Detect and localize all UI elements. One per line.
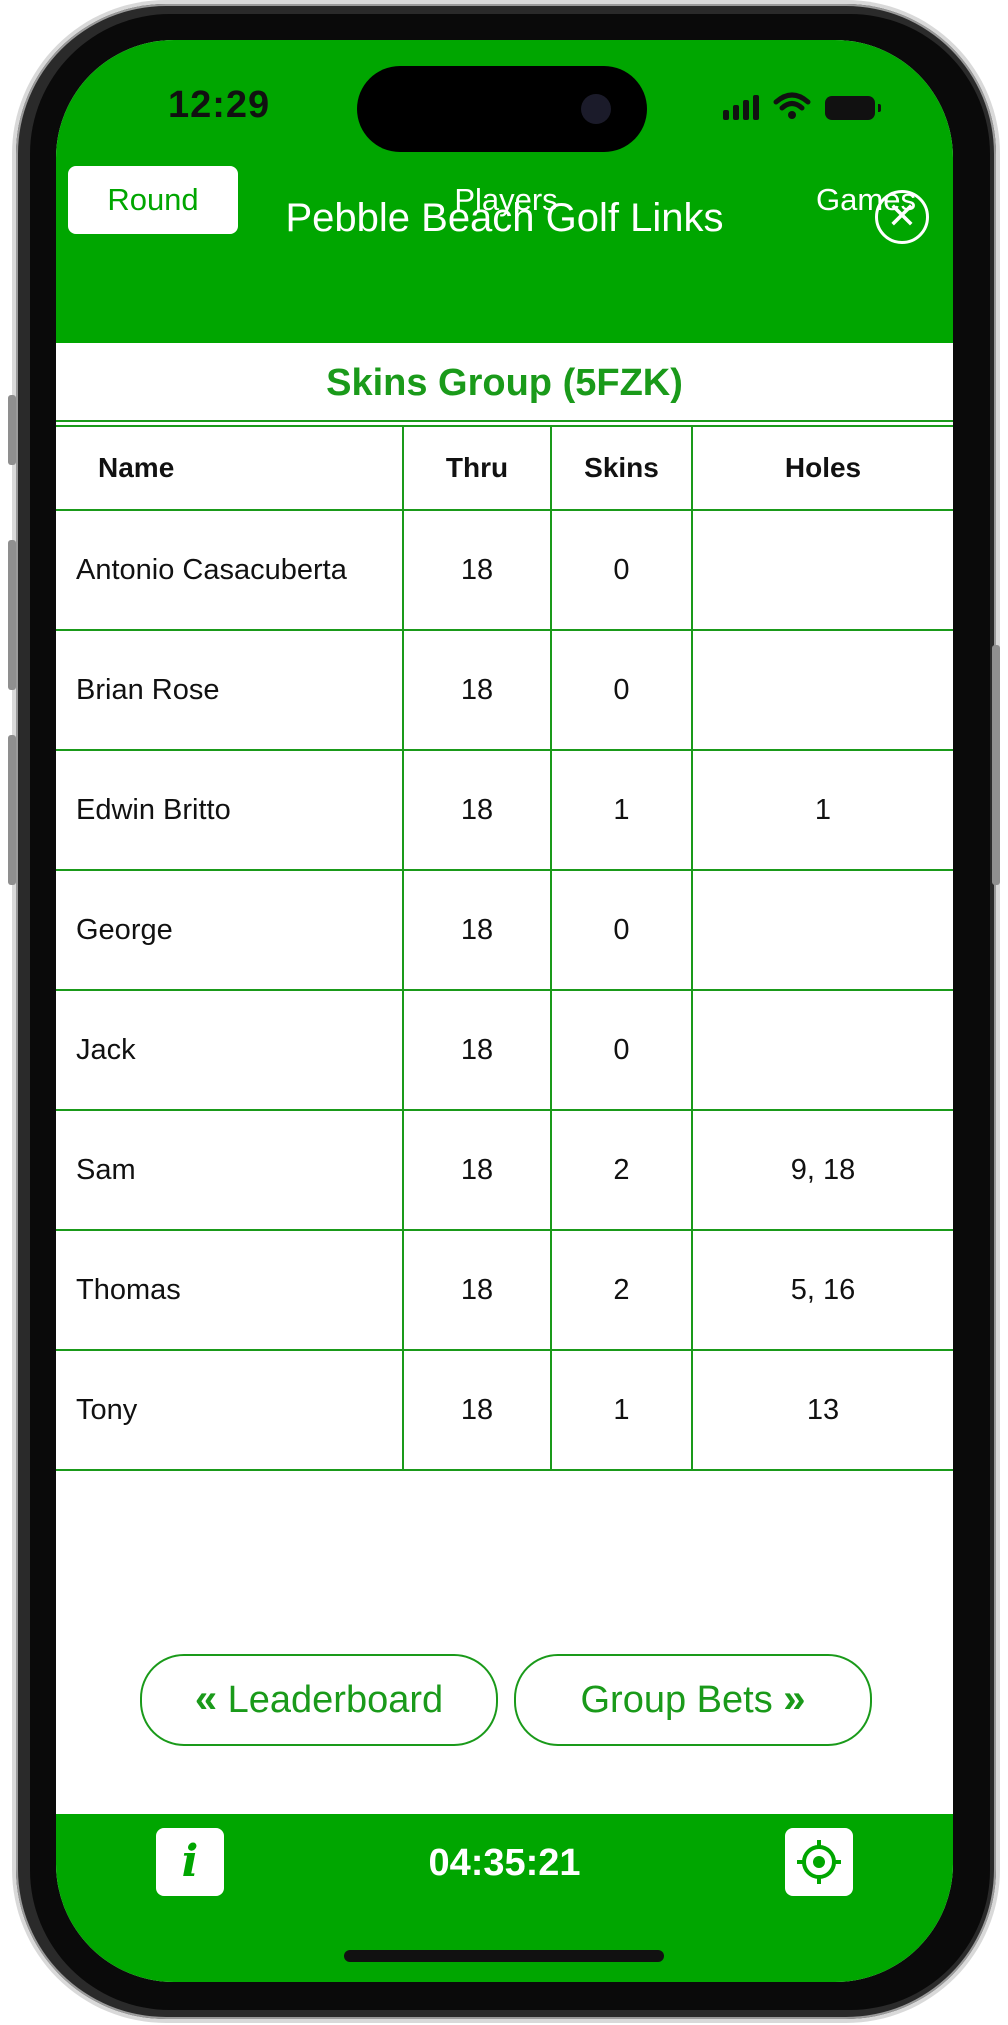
tab-round[interactable]: Round [68, 166, 238, 234]
player-name: Thomas [56, 1229, 404, 1351]
thru-value: 18 [402, 989, 552, 1111]
thru-value: 18 [402, 629, 552, 751]
skins-value: 0 [550, 629, 693, 751]
holes-value [691, 869, 953, 991]
signal-icon [723, 95, 759, 120]
status-time: 12:29 [168, 84, 271, 126]
thru-value: 18 [402, 509, 552, 631]
table-row[interactable]: George 18 0 [56, 869, 953, 991]
thru-value: 18 [402, 1109, 552, 1231]
home-indicator[interactable] [344, 1950, 664, 1962]
skins-value: 2 [550, 1109, 693, 1231]
camera-icon [581, 94, 611, 124]
group-title: Skins Group (5FZK) [326, 362, 683, 404]
player-name: Antonio Casacuberta [56, 509, 404, 631]
mute-switch [8, 395, 16, 465]
holes-value: 9, 18 [691, 1109, 953, 1231]
group-bets-label: Group Bets [580, 1679, 773, 1721]
thru-value: 18 [402, 1349, 552, 1471]
thru-value: 18 [402, 1229, 552, 1351]
status-bar: 12:29 [56, 40, 953, 180]
thru-value: 18 [402, 869, 552, 991]
table-row[interactable]: Thomas 18 2 5, 16 [56, 1229, 953, 1351]
leaderboard-label: Leaderboard [227, 1679, 444, 1721]
power-button [992, 645, 1000, 885]
tab-label: Games [816, 182, 916, 217]
column-header-name: Name [56, 425, 404, 511]
table-row[interactable]: Antonio Casacuberta 18 0 [56, 509, 953, 631]
tab-players[interactable]: Players [416, 166, 596, 234]
divider [56, 420, 953, 422]
column-header-skins: Skins [550, 425, 693, 511]
skins-value: 0 [550, 869, 693, 991]
table-row[interactable]: Sam 18 2 9, 18 [56, 1109, 953, 1231]
status-icons [723, 92, 881, 120]
skins-value: 1 [550, 749, 693, 871]
table-row[interactable]: Jack 18 0 [56, 989, 953, 1111]
volume-up-button [8, 540, 16, 690]
table-row[interactable]: Brian Rose 18 0 [56, 629, 953, 751]
holes-value [691, 509, 953, 631]
battery-icon [825, 96, 881, 120]
chevron-left-icon: « [194, 1677, 218, 1721]
wifi-icon [773, 92, 811, 119]
column-header-holes: Holes [691, 425, 953, 511]
player-name: George [56, 869, 404, 991]
tab-label: Players [454, 182, 558, 217]
chevron-right-icon: » [783, 1677, 806, 1721]
tab-games[interactable]: Games [791, 166, 941, 234]
table-row[interactable]: Tony 18 1 13 [56, 1349, 953, 1471]
table-row[interactable]: Edwin Britto 18 1 1 [56, 749, 953, 871]
skins-value: 0 [550, 989, 693, 1111]
holes-value [691, 989, 953, 1111]
skins-value: 0 [550, 509, 693, 631]
app-screen: 12:29 Pebble Beach Golf Links ✕ Round Pl… [56, 40, 953, 1982]
table-header-row: Name Thru Skins Holes [56, 425, 953, 511]
player-name: Tony [56, 1349, 404, 1471]
skins-value: 1 [550, 1349, 693, 1471]
holes-value: 1 [691, 749, 953, 871]
holes-value: 13 [691, 1349, 953, 1471]
player-name: Edwin Britto [56, 749, 404, 871]
group-bets-button[interactable]: Group Bets » [514, 1654, 872, 1746]
column-header-thru: Thru [402, 425, 552, 511]
player-name: Jack [56, 989, 404, 1111]
player-name: Brian Rose [56, 629, 404, 751]
holes-value: 5, 16 [691, 1229, 953, 1351]
location-button[interactable] [785, 1828, 853, 1896]
tab-label: Round [107, 182, 199, 217]
holes-value [691, 629, 953, 751]
skins-table: Name Thru Skins Holes Antonio Casacubert… [56, 425, 953, 1471]
thru-value: 18 [402, 749, 552, 871]
leaderboard-button[interactable]: « Leaderboard [140, 1654, 498, 1746]
dynamic-island [357, 66, 647, 152]
location-target-icon [797, 1840, 841, 1884]
skins-value: 2 [550, 1229, 693, 1351]
volume-down-button [8, 735, 16, 885]
player-name: Sam [56, 1109, 404, 1231]
